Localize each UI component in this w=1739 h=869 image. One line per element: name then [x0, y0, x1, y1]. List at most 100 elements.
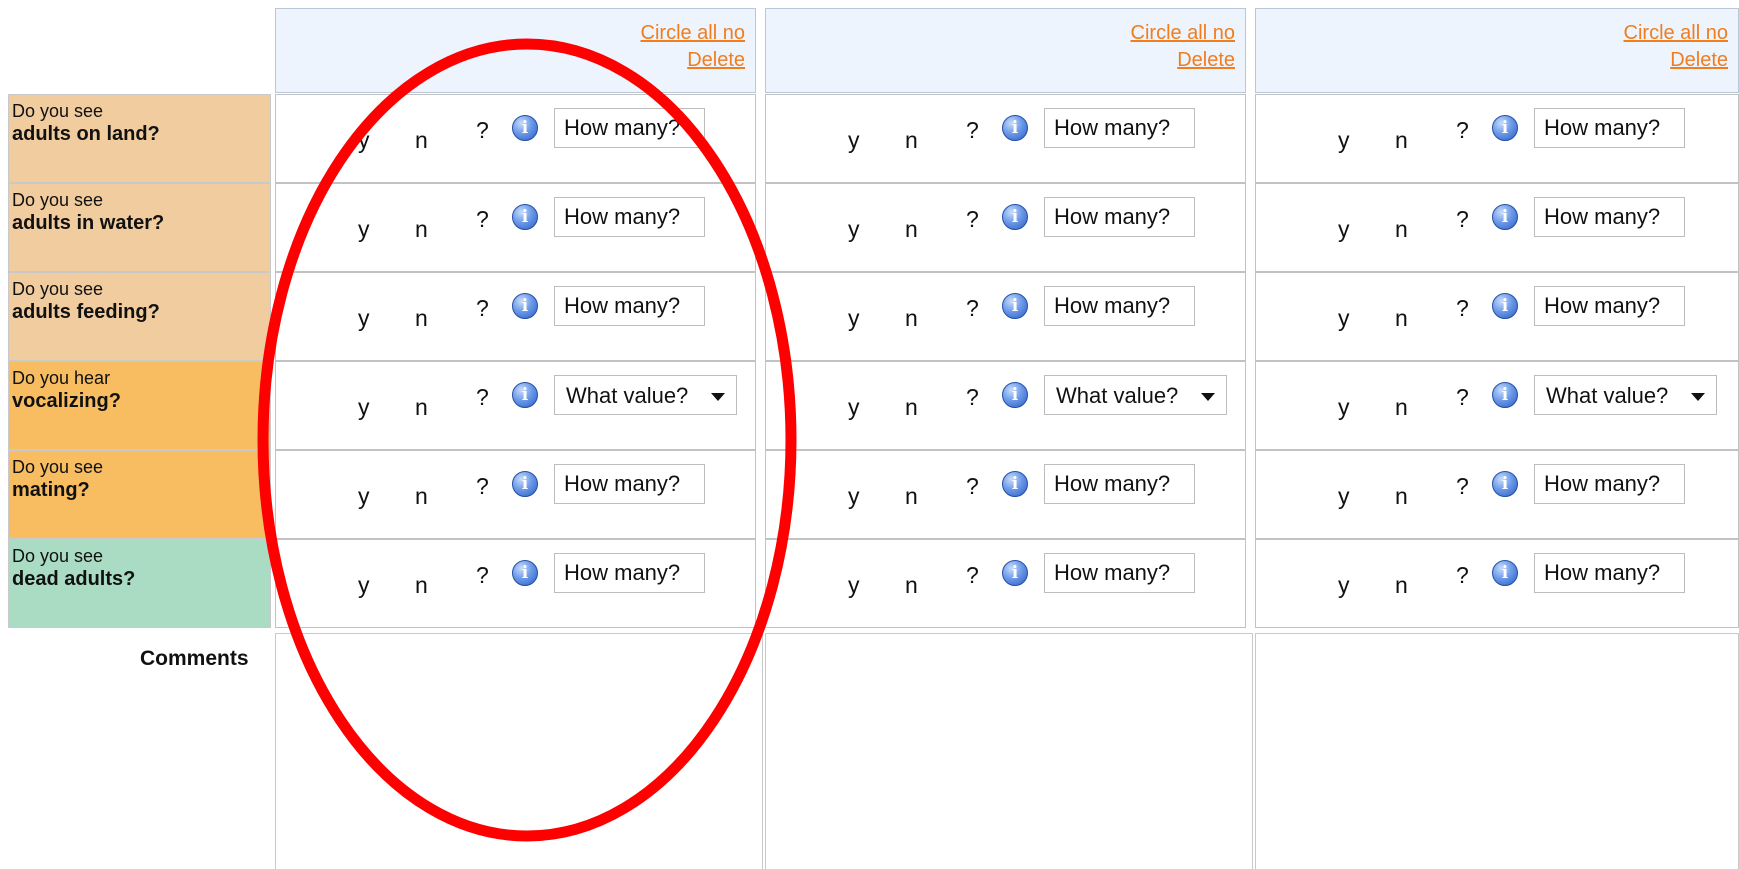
answer-yes[interactable]: y — [358, 483, 370, 510]
answer-no[interactable]: n — [905, 394, 918, 421]
info-icon[interactable]: i — [512, 382, 538, 408]
answer-yes[interactable]: y — [848, 394, 860, 421]
answer-yes[interactable]: y — [358, 305, 370, 332]
how-many-input[interactable] — [1534, 286, 1685, 326]
answer-yes[interactable]: y — [848, 127, 860, 154]
answer-no[interactable]: n — [1395, 305, 1408, 332]
info-icon[interactable]: i — [1492, 293, 1518, 319]
answer-no[interactable]: n — [905, 483, 918, 510]
delete-link[interactable]: Delete — [687, 49, 745, 72]
answer-yes[interactable]: y — [848, 483, 860, 510]
answer-unknown[interactable]: ? — [1456, 473, 1469, 500]
answer-no[interactable]: n — [1395, 216, 1408, 243]
answer-yes[interactable]: y — [1338, 216, 1350, 243]
info-icon[interactable]: i — [1492, 560, 1518, 586]
column-header-3: Circle all no Delete — [1255, 8, 1739, 93]
comment-box-column-1[interactable] — [275, 633, 763, 869]
answer-unknown[interactable]: ? — [966, 206, 979, 233]
how-many-input[interactable] — [554, 197, 705, 237]
answer-yes[interactable]: y — [848, 216, 860, 243]
delete-link[interactable]: Delete — [1177, 49, 1235, 72]
info-icon[interactable]: i — [1002, 382, 1028, 408]
answer-unknown[interactable]: ? — [1456, 562, 1469, 589]
answer-unknown[interactable]: ? — [1456, 206, 1469, 233]
answer-yes[interactable]: y — [1338, 483, 1350, 510]
answer-yes[interactable]: y — [358, 394, 370, 421]
value-dropdown[interactable]: What value? — [1534, 375, 1717, 415]
answer-no[interactable]: n — [1395, 483, 1408, 510]
how-many-input[interactable] — [554, 108, 705, 148]
answer-no[interactable]: n — [415, 572, 428, 599]
how-many-input[interactable] — [1534, 197, 1685, 237]
answer-no[interactable]: n — [905, 216, 918, 243]
answer-unknown[interactable]: ? — [1456, 117, 1469, 144]
answer-unknown[interactable]: ? — [966, 562, 979, 589]
info-icon[interactable]: i — [1002, 560, 1028, 586]
info-icon[interactable]: i — [1492, 382, 1518, 408]
info-icon[interactable]: i — [1002, 115, 1028, 141]
value-dropdown[interactable]: What value? — [1044, 375, 1227, 415]
info-icon[interactable]: i — [1492, 471, 1518, 497]
circle-all-no-link[interactable]: Circle all no — [641, 22, 745, 45]
answer-unknown[interactable]: ? — [476, 473, 489, 500]
answer-no[interactable]: n — [1395, 572, 1408, 599]
answer-no[interactable]: n — [415, 305, 428, 332]
answer-unknown[interactable]: ? — [476, 117, 489, 144]
answer-unknown[interactable]: ? — [966, 117, 979, 144]
answer-unknown[interactable]: ? — [476, 384, 489, 411]
value-dropdown[interactable]: What value? — [554, 375, 737, 415]
how-many-input[interactable] — [1044, 197, 1195, 237]
how-many-input[interactable] — [1044, 553, 1195, 593]
answer-unknown[interactable]: ? — [476, 562, 489, 589]
answer-no[interactable]: n — [905, 127, 918, 154]
answer-no[interactable]: n — [415, 216, 428, 243]
answer-no[interactable]: n — [415, 394, 428, 421]
answer-unknown[interactable]: ? — [966, 473, 979, 500]
comment-box-column-3[interactable] — [1255, 633, 1739, 869]
how-many-input[interactable] — [1534, 553, 1685, 593]
info-icon[interactable]: i — [1002, 471, 1028, 497]
info-icon[interactable]: i — [512, 471, 538, 497]
how-many-input[interactable] — [1534, 108, 1685, 148]
how-many-input[interactable] — [554, 464, 705, 504]
answer-yes[interactable]: y — [848, 572, 860, 599]
answer-yes[interactable]: y — [848, 305, 860, 332]
answer-unknown[interactable]: ? — [1456, 384, 1469, 411]
answer-yes[interactable]: y — [358, 572, 370, 599]
answer-no[interactable]: n — [415, 127, 428, 154]
answer-yes[interactable]: y — [358, 216, 370, 243]
info-icon[interactable]: i — [512, 115, 538, 141]
answer-unknown[interactable]: ? — [966, 295, 979, 322]
info-icon[interactable]: i — [1492, 115, 1518, 141]
how-many-input[interactable] — [554, 286, 705, 326]
info-icon[interactable]: i — [1002, 204, 1028, 230]
info-icon[interactable]: i — [1492, 204, 1518, 230]
info-icon[interactable]: i — [512, 293, 538, 319]
how-many-input[interactable] — [1044, 108, 1195, 148]
answer-no[interactable]: n — [905, 572, 918, 599]
info-icon[interactable]: i — [512, 204, 538, 230]
answer-yes[interactable]: y — [1338, 394, 1350, 421]
answer-no[interactable]: n — [905, 305, 918, 332]
answer-unknown[interactable]: ? — [476, 206, 489, 233]
answer-yes[interactable]: y — [1338, 572, 1350, 599]
how-many-input[interactable] — [1534, 464, 1685, 504]
answer-no[interactable]: n — [1395, 127, 1408, 154]
info-icon[interactable]: i — [1002, 293, 1028, 319]
info-icon[interactable]: i — [512, 560, 538, 586]
circle-all-no-link[interactable]: Circle all no — [1624, 22, 1728, 45]
comment-box-column-2[interactable] — [765, 633, 1253, 869]
how-many-input[interactable] — [1044, 464, 1195, 504]
answer-no[interactable]: n — [415, 483, 428, 510]
answer-no[interactable]: n — [1395, 394, 1408, 421]
answer-unknown[interactable]: ? — [476, 295, 489, 322]
how-many-input[interactable] — [1044, 286, 1195, 326]
how-many-input[interactable] — [554, 553, 705, 593]
answer-yes[interactable]: y — [1338, 127, 1350, 154]
delete-link[interactable]: Delete — [1670, 49, 1728, 72]
circle-all-no-link[interactable]: Circle all no — [1131, 22, 1235, 45]
answer-unknown[interactable]: ? — [966, 384, 979, 411]
answer-yes[interactable]: y — [358, 127, 370, 154]
answer-unknown[interactable]: ? — [1456, 295, 1469, 322]
answer-yes[interactable]: y — [1338, 305, 1350, 332]
